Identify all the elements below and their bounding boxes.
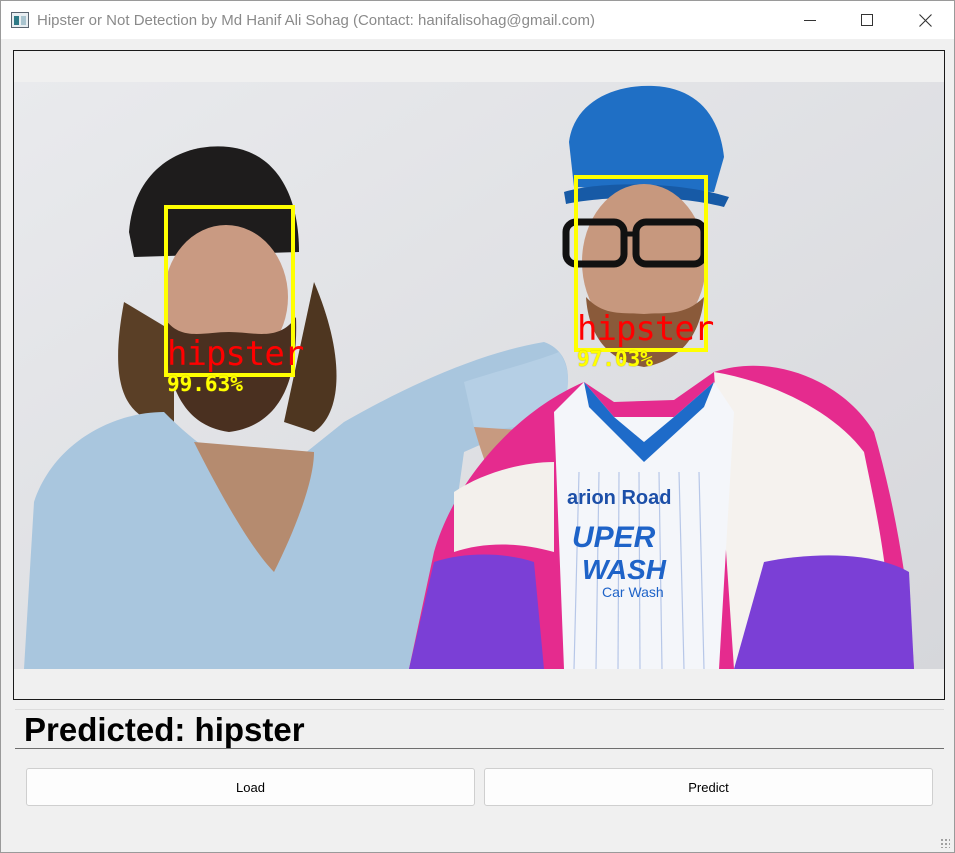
close-icon[interactable] — [897, 1, 953, 39]
svg-text:WASH: WASH — [582, 554, 667, 585]
detection-label: hipster — [167, 334, 304, 374]
detection-confidence: 99.63% — [167, 372, 243, 396]
minimize-icon[interactable] — [782, 1, 838, 39]
svg-text:UPER: UPER — [572, 521, 656, 554]
photo-illustration: arion Road UPER WASH Car Wash — [14, 82, 944, 669]
svg-text:Car Wash: Car Wash — [602, 584, 664, 600]
window-title: Hipster or Not Detection by Md Hanif Ali… — [37, 12, 595, 29]
image-display: arion Road UPER WASH Car Wash hipster 99… — [13, 50, 945, 700]
detection-confidence: 97.03% — [577, 347, 653, 371]
load-button[interactable]: Load — [26, 768, 475, 806]
maximize-icon[interactable] — [839, 1, 895, 39]
title-bar[interactable]: Hipster or Not Detection by Md Hanif Ali… — [1, 1, 954, 39]
app-window-icon — [11, 12, 29, 28]
predict-button[interactable]: Predict — [484, 768, 933, 806]
detection-label: hipster — [577, 309, 714, 349]
svg-text:arion Road: arion Road — [567, 487, 671, 509]
prediction-result: Predicted: hipster — [24, 711, 305, 748]
app-window: Hipster or Not Detection by Md Hanif Ali… — [0, 0, 955, 853]
resize-grip-icon[interactable] — [940, 838, 950, 848]
detection-photo: arion Road UPER WASH Car Wash hipster 99… — [14, 82, 944, 669]
prediction-panel: Predicted: hipster — [15, 709, 944, 749]
